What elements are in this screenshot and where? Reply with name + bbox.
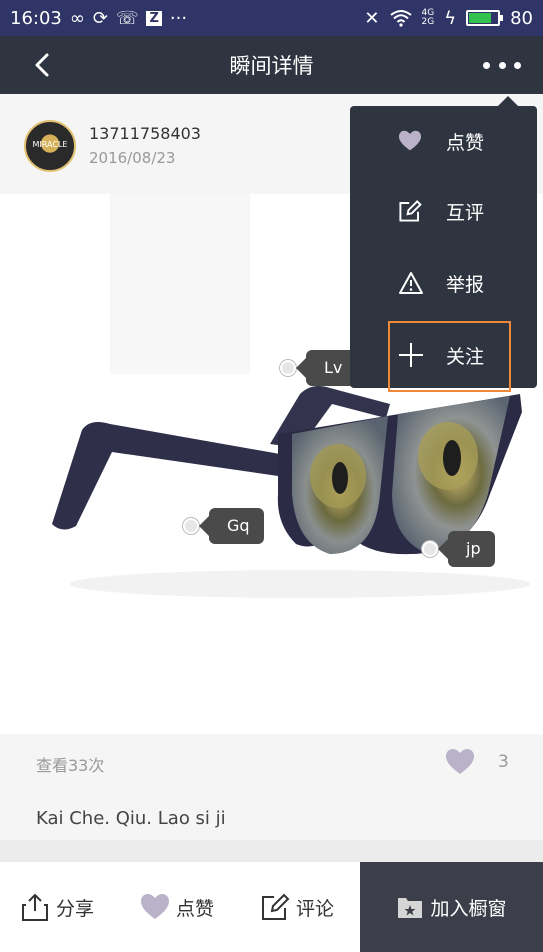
share-icon <box>22 893 48 921</box>
menu-item-label: 举报 <box>446 273 485 296</box>
bottom-action-bar: 分享 点赞 评论 加入橱窗 <box>0 862 543 952</box>
z-app-icon: Z <box>146 10 162 26</box>
comment-label: 评论 <box>296 897 335 920</box>
menu-item-report[interactable]: 举报 <box>350 248 537 318</box>
menu-item-review[interactable]: 互评 <box>350 176 537 246</box>
author-name[interactable]: 13711758403 <box>89 124 201 143</box>
title-bar: 瞬间详情 <box>0 36 543 94</box>
warning-icon <box>399 272 423 294</box>
photo-tag[interactable]: Gq <box>183 508 264 544</box>
like-count: 3 <box>498 752 509 772</box>
charging-icon: ϟ <box>444 7 457 29</box>
back-icon[interactable] <box>28 50 58 80</box>
highlight-box <box>388 321 511 392</box>
menu-item-label: 点赞 <box>446 131 485 154</box>
status-time: 16:03 <box>10 7 62 29</box>
post-stats-row: 查看33次 3 <box>0 734 543 790</box>
more-icon: ··· <box>169 7 188 29</box>
share-label: 分享 <box>56 897 95 920</box>
wifi-icon <box>389 10 412 27</box>
signal-icon: 4G 2G <box>422 9 435 27</box>
menu-item-like[interactable]: 点赞 <box>350 106 537 176</box>
heart-icon <box>399 130 421 151</box>
edit-icon <box>399 200 422 222</box>
infinity-icon: ∞ <box>69 7 85 29</box>
heart-icon <box>141 894 169 919</box>
comment-button[interactable]: 评论 <box>260 862 334 952</box>
like-button[interactable]: 点赞 <box>140 862 214 952</box>
battery-level: 80 <box>510 7 533 29</box>
photo-tag[interactable]: jp <box>422 531 495 567</box>
mute-icon: ✕ <box>364 7 380 29</box>
divider <box>0 840 543 862</box>
add-to-window-button[interactable]: 加入橱窗 <box>360 862 543 952</box>
tag-label: jp <box>438 531 495 567</box>
avatar[interactable]: MIRACLE <box>24 120 76 172</box>
add-to-window-label: 加入橱窗 <box>430 897 507 920</box>
edit-icon <box>262 893 290 920</box>
caption-row: Kai Che. Qiu. Lao si ji <box>0 790 543 840</box>
status-left-icons: ∞ ⟳ ☏ Z ··· <box>70 8 187 29</box>
like-label: 点赞 <box>176 897 215 920</box>
tag-dot <box>422 541 438 557</box>
heart-icon[interactable] <box>445 748 475 776</box>
tag-label: Gq <box>199 508 264 544</box>
tag-dot <box>183 518 199 534</box>
more-options-button[interactable] <box>483 54 521 76</box>
view-count: 查看33次 <box>36 756 105 775</box>
post-date: 2016/08/23 <box>89 149 176 167</box>
post-caption: Kai Che. Qiu. Lao si ji <box>36 808 226 829</box>
tag-label: Lv <box>295 350 357 386</box>
folder-star-icon <box>398 898 423 918</box>
page-title: 瞬间详情 <box>229 54 314 78</box>
battery-icon <box>466 10 504 26</box>
status-right-icons: ✕ 4G 2G ϟ 80 <box>364 8 533 29</box>
photo-tag[interactable]: Lv <box>280 350 357 386</box>
tag-dot <box>280 360 296 376</box>
share-button[interactable]: 分享 <box>20 862 94 952</box>
avatar-text: MIRACLE <box>32 140 68 149</box>
signal-label-2g: 2G <box>421 17 435 27</box>
menu-item-label: 互评 <box>446 201 485 224</box>
status-bar: 16:03 ∞ ⟳ ☏ Z ··· ✕ 4G 2G ϟ 80 <box>0 0 543 36</box>
missed-call-icon: ☏ <box>115 7 139 29</box>
sync-icon: ⟳ <box>92 7 108 29</box>
popup-arrow <box>498 96 518 106</box>
